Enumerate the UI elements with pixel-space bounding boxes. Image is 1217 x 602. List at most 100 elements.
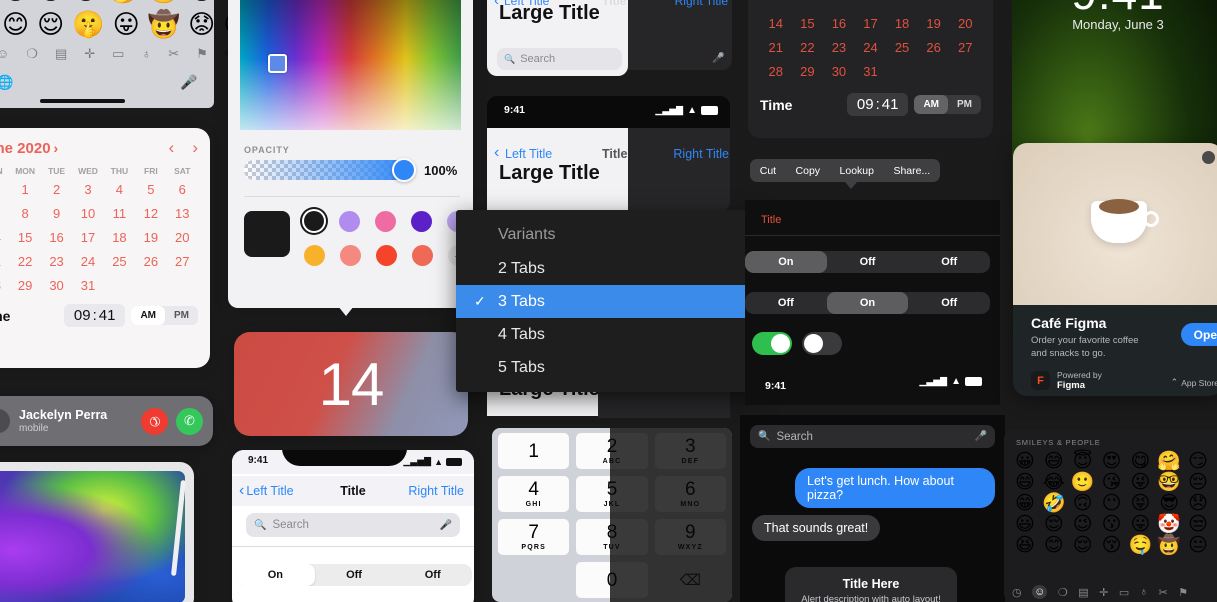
context-menu-lookup[interactable]: Lookup bbox=[840, 165, 874, 177]
calendar-day[interactable]: 25 bbox=[886, 40, 918, 55]
emoji[interactable]: 😂 bbox=[1041, 473, 1067, 492]
emoji[interactable]: 😛 bbox=[113, 12, 140, 38]
calendar-day[interactable]: 25 bbox=[104, 254, 135, 269]
menu-item-2-tabs[interactable]: 2 Tabs bbox=[456, 252, 759, 285]
calendar-day[interactable]: 11 bbox=[104, 206, 135, 221]
calendar-day[interactable]: 20 bbox=[167, 230, 198, 245]
calendar-day[interactable]: 15 bbox=[9, 230, 40, 245]
emoji[interactable]: 😝 bbox=[1127, 494, 1153, 513]
emoji[interactable]: 😟 bbox=[188, 12, 215, 38]
calendar-day[interactable]: 12 bbox=[135, 206, 166, 221]
calendar-day[interactable]: 3 bbox=[72, 182, 103, 197]
pm-button[interactable]: PM bbox=[948, 95, 981, 114]
search-bar[interactable]: 🔍 Search bbox=[497, 48, 622, 70]
calendar-day[interactable]: 23 bbox=[41, 254, 72, 269]
emoji[interactable]: 🤩 bbox=[148, 0, 180, 4]
mic-icon[interactable]: 🎤 bbox=[712, 53, 724, 64]
objects-icon[interactable]: ♁ bbox=[1140, 586, 1148, 598]
emoji[interactable]: 😏 bbox=[1185, 452, 1211, 471]
calendar-day[interactable]: 22 bbox=[792, 40, 824, 55]
flags-icon[interactable]: ⚑ bbox=[1178, 586, 1188, 599]
alert-dialog[interactable]: Title Here Alert description with auto l… bbox=[785, 567, 957, 602]
search-bar[interactable]: 🔍 Search 🎤 bbox=[246, 513, 460, 537]
emoji[interactable]: 🤣 bbox=[1041, 494, 1067, 513]
chevron-left-icon[interactable]: ‹ bbox=[239, 482, 244, 500]
context-menu-cut[interactable]: Cut bbox=[760, 165, 776, 177]
calendar-day[interactable]: 16 bbox=[41, 230, 72, 245]
color-swatch[interactable] bbox=[376, 245, 397, 266]
keypad-key-2[interactable]: 2 ABC bbox=[576, 433, 648, 469]
recent-icon[interactable]: ◷ bbox=[1012, 586, 1022, 599]
segment-option[interactable]: Off bbox=[393, 564, 472, 586]
calendar-day[interactable]: 17 bbox=[72, 230, 103, 245]
search-bar[interactable]: 🔍 Search 🎤 bbox=[750, 425, 995, 448]
calendar-day[interactable]: 21 bbox=[760, 40, 792, 55]
incoming-call-banner[interactable]: Jackelyn Perra mobile ✆ ✆ bbox=[0, 396, 213, 446]
menu-item-5-tabs[interactable]: 5 Tabs bbox=[456, 351, 759, 384]
calendar-day[interactable]: 18 bbox=[104, 230, 135, 245]
accept-call-button[interactable]: ✆ bbox=[176, 407, 203, 435]
message-bubble-outgoing[interactable]: Let's get lunch. How about pizza? bbox=[795, 468, 995, 508]
emoji[interactable]: 😇 bbox=[1070, 452, 1096, 471]
emoji[interactable]: 🤠 bbox=[148, 12, 180, 38]
emoji[interactable]: 😞 bbox=[1185, 494, 1211, 513]
prev-month-button[interactable]: ‹ bbox=[169, 138, 175, 158]
selected-color-swatch[interactable] bbox=[244, 211, 290, 257]
segment-option[interactable]: Off bbox=[827, 251, 909, 273]
emoji[interactable]: 🤠 bbox=[1156, 536, 1182, 555]
emoji[interactable]: 🤡 bbox=[1156, 515, 1182, 534]
animals-icon[interactable]: ❍ bbox=[1058, 586, 1068, 599]
segment-option[interactable]: On bbox=[745, 251, 827, 273]
color-spectrum-selector[interactable] bbox=[268, 54, 287, 73]
symbols-icon[interactable]: ✂ bbox=[1159, 586, 1168, 599]
emoji[interactable]: 😍 bbox=[1099, 452, 1125, 471]
toggle-off[interactable] bbox=[802, 332, 842, 355]
calendar-day[interactable]: 9 bbox=[41, 206, 72, 221]
emoji[interactable]: 🙃 bbox=[1070, 494, 1096, 513]
keypad-key-0[interactable]: 0 bbox=[576, 562, 648, 598]
calendar-day[interactable]: 14 bbox=[760, 16, 792, 31]
calendar-day[interactable]: 16 bbox=[823, 16, 855, 31]
emoji[interactable]: 😣 bbox=[188, 0, 215, 4]
emoji[interactable]: 🤫 bbox=[72, 12, 104, 38]
segment-option[interactable]: Off bbox=[315, 564, 394, 586]
chevron-left-icon[interactable]: ‹ bbox=[494, 144, 499, 162]
emoji[interactable]: 😁 bbox=[1012, 494, 1038, 513]
nav-left-button[interactable]: Left Title bbox=[504, 0, 549, 8]
pm-button[interactable]: PM bbox=[165, 306, 198, 325]
calendar-day[interactable]: 10 bbox=[72, 206, 103, 221]
calendar-day[interactable]: 22 bbox=[9, 254, 40, 269]
emoji[interactable]: 🤭 bbox=[107, 0, 139, 4]
toggle-on[interactable] bbox=[752, 332, 792, 355]
sticker-icon[interactable]: ❍ bbox=[26, 46, 38, 62]
calendar-day[interactable]: 6 bbox=[167, 182, 198, 197]
smiley-icon[interactable]: ☺ bbox=[1032, 585, 1048, 599]
emoji[interactable]: 🤓 bbox=[1156, 473, 1182, 492]
globe-icon[interactable]: 🌐 bbox=[0, 74, 13, 91]
calendar-day[interactable]: 14 bbox=[0, 230, 9, 245]
calendar-day[interactable]: 18 bbox=[886, 16, 918, 31]
gif-icon[interactable]: ▤ bbox=[55, 46, 67, 62]
calendar-day[interactable]: 7 bbox=[0, 206, 9, 221]
search-input[interactable]: Search bbox=[520, 53, 555, 65]
activity-icon[interactable]: ✛ bbox=[1099, 586, 1108, 599]
keypad-delete-key[interactable]: ⌫ bbox=[655, 562, 726, 598]
color-swatch[interactable] bbox=[340, 245, 361, 266]
emoji[interactable]: 😉 bbox=[1070, 515, 1096, 534]
keypad-key-3[interactable]: 3 DEF bbox=[654, 433, 726, 469]
emoji[interactable]: 😌 bbox=[37, 12, 64, 38]
message-bubble-incoming[interactable]: That sounds great! bbox=[752, 515, 881, 541]
calendar-day[interactable]: 26 bbox=[135, 254, 166, 269]
text-context-menu[interactable]: Cut Copy Lookup Share... bbox=[750, 159, 940, 182]
emoji-icon[interactable]: ☺ bbox=[0, 46, 9, 62]
color-swatch[interactable] bbox=[412, 245, 433, 266]
calendar-day[interactable]: 31 bbox=[855, 64, 887, 79]
emoji[interactable]: 😚 bbox=[1099, 536, 1125, 555]
calendar-day[interactable]: 27 bbox=[949, 40, 981, 55]
mic-icon[interactable]: 🎤 bbox=[180, 74, 197, 91]
search-input[interactable]: Search bbox=[776, 431, 812, 443]
calendar-day[interactable]: 21 bbox=[0, 254, 9, 269]
mic-icon[interactable]: 🎤 bbox=[440, 520, 452, 531]
search-input[interactable]: Search bbox=[272, 519, 308, 531]
mic-icon[interactable]: 🎤 bbox=[975, 431, 987, 442]
